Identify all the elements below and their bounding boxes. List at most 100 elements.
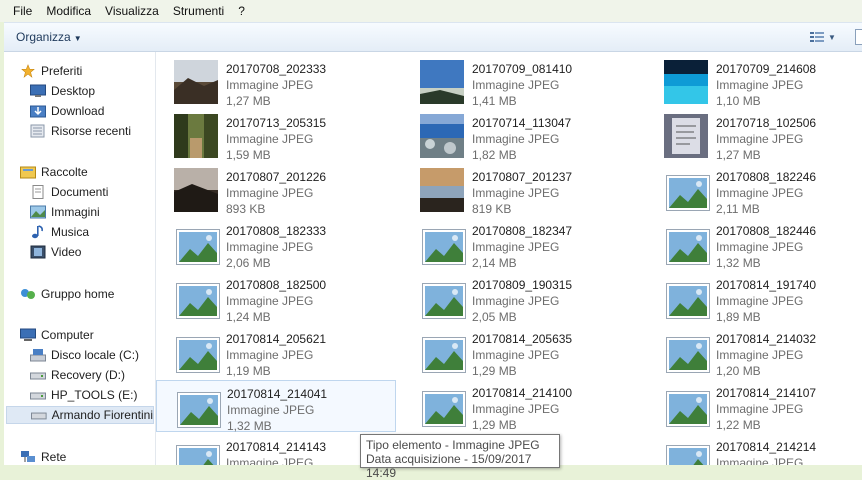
file-size: 1,19 MB [226,364,271,378]
file-item[interactable]: 20170714_113047 Immagine JPEG 1,82 MB [402,110,642,162]
nav-item-drive-d[interactable]: Recovery (D:) [30,366,125,384]
nav-favorites[interactable]: Preferiti [20,62,82,80]
image-file-icon [422,283,466,319]
file-item[interactable]: 20170808_182500 Immagine JPEG 1,24 MB [156,272,396,324]
file-name: 20170709_214608 [716,62,817,76]
nav-item-user-folder[interactable]: Armando Fiorentini [6,406,154,424]
file-item[interactable]: 20170814_214107 Immagine JPEG 1,22 MB [646,380,862,432]
file-item[interactable]: 20170814_191740 Immagine JPEG 1,89 MB [646,272,862,324]
nav-network[interactable]: Rete [20,448,66,466]
file-tooltip: Tipo elemento - Immagine JPEG Data acqui… [360,434,560,480]
nav-computer[interactable]: Computer [20,326,94,344]
nav-homegroup[interactable]: Gruppo home [20,285,114,303]
file-type: Immagine JPEG [472,240,560,254]
menu-item[interactable]: Visualizza [98,4,166,18]
file-size: 1,20 MB [716,364,761,378]
nav-item-recent[interactable]: Risorse recenti [30,122,131,140]
image-file-icon [422,337,466,373]
nav-libraries[interactable]: Raccolte [20,163,88,181]
file-type: Immagine JPEG [226,294,314,308]
video-icon [30,245,46,259]
file-item[interactable]: 20170814_205635 Immagine JPEG 1,29 MB [402,326,642,378]
file-item[interactable]: 20170809_190315 Immagine JPEG 2,05 MB [402,272,642,324]
file-size: 2,05 MB [472,310,517,324]
view-chevron-down-icon: ▼ [828,32,836,42]
file-name: 20170814_214107 [716,386,817,400]
photo-dusk-sky [420,168,464,212]
file-item[interactable]: 20170713_205315 Immagine JPEG 1,59 MB [156,110,396,162]
drive-icon [31,412,47,420]
file-name: 20170809_190315 [472,278,573,292]
file-size: 2,06 MB [226,256,271,270]
nav-item-pictures[interactable]: Immagini [30,203,100,221]
file-item[interactable]: 20170814_214214 Immagine JPEG [646,434,862,465]
menu-item[interactable]: File [6,4,39,18]
nav-item-desktop[interactable]: Desktop [30,82,95,100]
file-type: Immagine JPEG [716,186,804,200]
drive-icon [30,392,46,400]
chevron-down-icon: ▼ [73,34,82,43]
file-item[interactable]: 20170814_214100 Immagine JPEG 1,29 MB [402,380,642,432]
nav-item-label: Risorse recenti [51,124,132,138]
nav-item-download[interactable]: Download [30,102,104,120]
file-item[interactable]: 20170718_102506 Immagine JPEG 1,27 MB [646,110,862,162]
nav-network-label: Rete [41,450,67,464]
photo-dusk-hills [174,168,218,212]
file-size: 1,32 MB [227,419,272,433]
file-item[interactable]: 20170814_205621 Immagine JPEG 1,19 MB [156,326,396,378]
file-item[interactable]: 20170808_182333 Immagine JPEG 2,06 MB [156,218,396,270]
file-item[interactable]: 20170814_214032 Immagine JPEG 1,20 MB [646,326,862,378]
file-item[interactable]: 20170709_214608 Immagine JPEG 1,10 MB [646,56,862,108]
nav-item-drive-c[interactable]: Disco locale (C:) [30,346,139,364]
menu-item[interactable]: ? [231,4,252,18]
computer-icon [20,328,36,341]
file-item[interactable]: 20170814_214041 Immagine JPEG 1,32 MB [156,380,396,433]
change-view-button[interactable]: ▼ [810,29,840,45]
file-name: 20170814_214100 [472,386,573,400]
file-type: Immagine JPEG [716,294,804,308]
file-item[interactable]: 20170807_201226 Immagine JPEG 893 KB [156,164,396,216]
file-type: Immagine JPEG [472,294,560,308]
image-file-icon [666,175,710,211]
nav-item-video[interactable]: Video [30,243,81,261]
file-item[interactable]: 20170808_182446 Immagine JPEG 1,32 MB [646,218,862,270]
file-item[interactable]: 20170708_202333 Immagine JPEG 1,27 MB [156,56,396,108]
file-size: 1,29 MB [472,418,517,432]
desktop-icon [30,84,46,97]
file-type: Immagine JPEG [716,348,804,362]
file-type: Immagine JPEG [226,348,314,362]
organize-button[interactable]: Organizza ▼ [16,30,82,44]
file-name: 20170714_113047 [472,116,572,130]
file-item[interactable]: 20170808_182246 Immagine JPEG 2,11 MB [646,164,862,216]
image-file-icon [176,229,220,265]
menu-item[interactable]: Strumenti [166,4,231,18]
file-item[interactable]: 20170808_182347 Immagine JPEG 2,14 MB [402,218,642,270]
preview-pane-button[interactable] [855,29,862,45]
file-name: 20170709_081410 [472,62,573,76]
nav-item-documents[interactable]: Documenti [30,183,108,201]
file-type: Immagine JPEG [226,78,314,92]
file-list: 20170708_202333 Immagine JPEG 1,27 MB 20170… [156,52,862,465]
nav-item-music[interactable]: Musica [30,223,89,241]
file-size: 2,14 MB [472,256,517,270]
file-size: 2,11 MB [716,202,760,216]
nav-favorites-label: Preferiti [41,64,83,78]
file-name: 20170718_102506 [716,116,817,130]
file-type: Immagine JPEG [226,132,314,146]
file-size: 1,24 MB [226,310,271,324]
nav-libraries-label: Raccolte [41,165,88,179]
photo-trees-path [174,114,218,158]
nav-item-drive-e[interactable]: HP_TOOLS (E:) [30,386,137,404]
network-icon [21,451,35,462]
file-item[interactable]: 20170807_201237 Immagine JPEG 819 KB [402,164,642,216]
file-name: 20170808_182347 [472,224,573,238]
menu-item[interactable]: Modifica [39,4,98,18]
file-name: 20170814_214041 [227,387,328,401]
file-name: 20170808_182446 [716,224,817,238]
file-size: 1,29 MB [472,364,517,378]
system-drive-icon [30,349,46,362]
file-type: Immagine JPEG [226,456,314,465]
file-type: Immagine JPEG [472,402,560,416]
file-item[interactable]: 20170709_081410 Immagine JPEG 1,41 MB [402,56,642,108]
photo-document [664,114,708,158]
